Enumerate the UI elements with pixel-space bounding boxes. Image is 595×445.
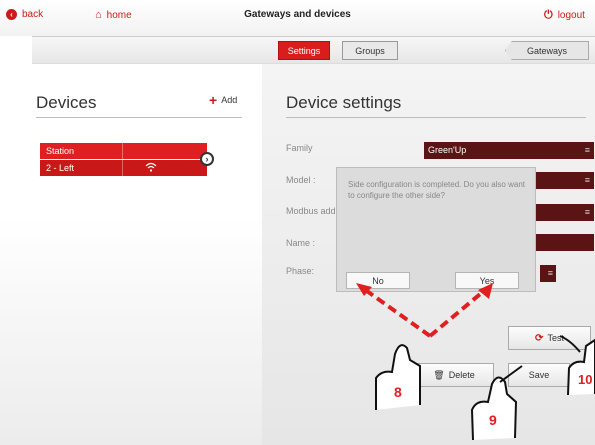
callout-10: 10 — [578, 372, 592, 387]
callout-hand-8 — [375, 344, 421, 410]
callout-9: 9 — [489, 412, 497, 428]
dashed-arrow-no — [356, 283, 432, 338]
app-window: { "header": { "back_label": "back", "hom… — [0, 0, 595, 445]
callout-8: 8 — [394, 384, 402, 400]
save-pointer — [499, 365, 523, 383]
dashed-arrow-yes — [428, 283, 493, 338]
annotation-overlay: 8 9 10 — [356, 283, 595, 441]
callout-hand-9 — [470, 376, 518, 441]
